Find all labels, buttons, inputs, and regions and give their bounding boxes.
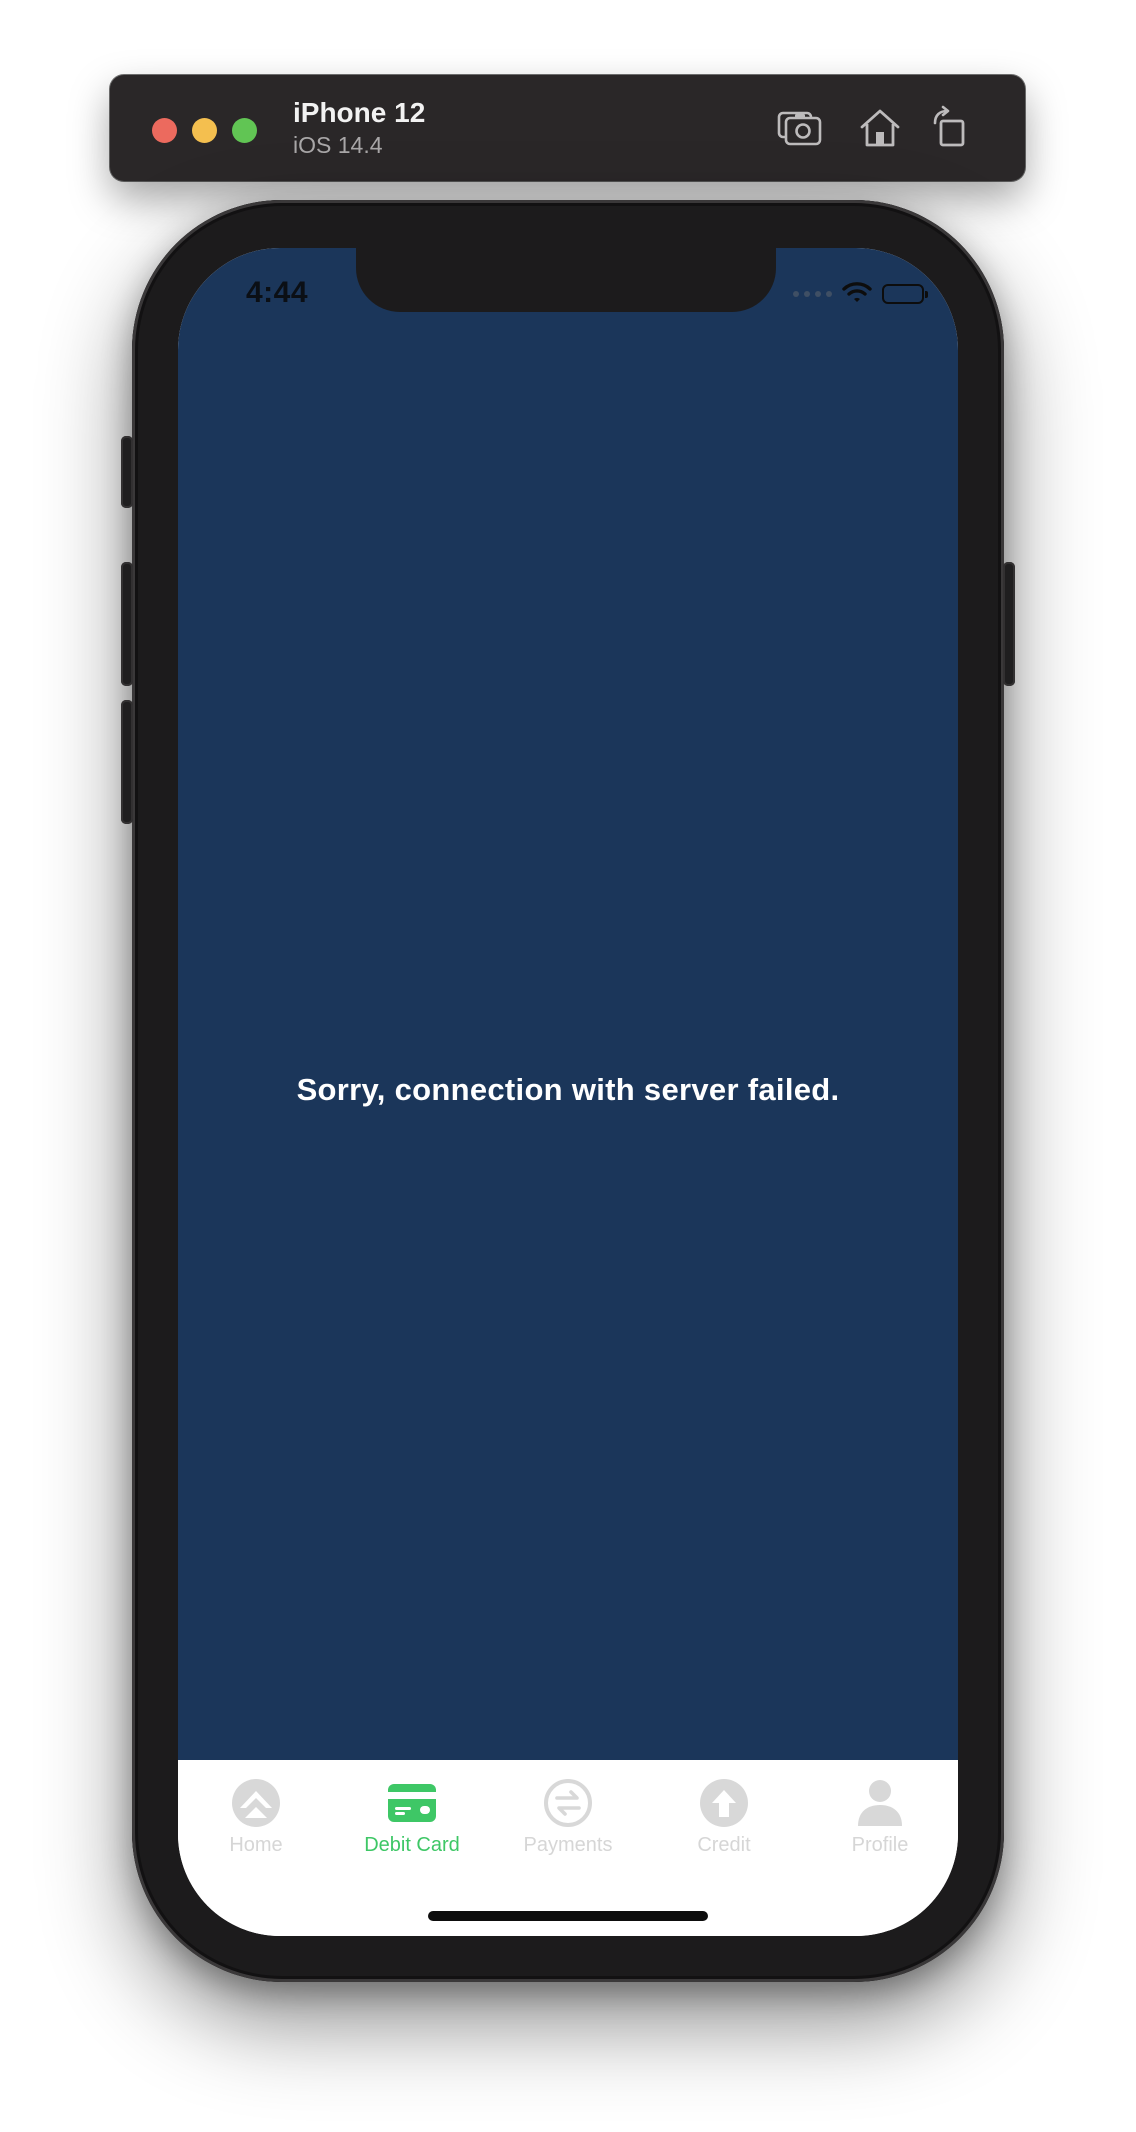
tab-profile-label: Profile <box>851 1834 909 1856</box>
rotate-button[interactable] <box>925 103 975 153</box>
status-indicators <box>793 280 928 309</box>
camera-icon <box>775 111 825 157</box>
cellular-signal-icon <box>793 291 832 297</box>
rotate-icon <box>925 105 975 157</box>
tab-payments[interactable]: Payments <box>490 1760 646 1936</box>
home-icon <box>855 109 905 157</box>
zoom-window-button[interactable] <box>232 118 257 143</box>
tab-home-label: Home <box>229 1834 283 1856</box>
screenshot-button[interactable] <box>775 103 825 153</box>
home-button[interactable] <box>855 103 905 153</box>
power-button[interactable] <box>1003 562 1015 686</box>
tab-credit[interactable]: Credit <box>646 1760 802 1936</box>
bottom-tab-bar: Home Debit Card Payments Credit Profile <box>178 1760 958 1936</box>
minimize-window-button[interactable] <box>192 118 217 143</box>
close-window-button[interactable] <box>152 118 177 143</box>
camera-notch <box>356 248 776 312</box>
mute-switch[interactable] <box>121 436 133 508</box>
volume-up-button[interactable] <box>121 562 133 686</box>
home-arrow-icon <box>231 1778 281 1828</box>
tab-payments-label: Payments <box>523 1834 613 1856</box>
payments-icon <box>543 1778 593 1828</box>
app-content-area <box>178 248 958 1760</box>
home-indicator[interactable] <box>428 1911 708 1921</box>
phone-screen: 4:44 Sorry, connection with server faile… <box>178 248 958 1936</box>
tab-debit-card[interactable]: Debit Card <box>334 1760 490 1936</box>
simulator-title-bar: iPhone 12 iOS 14.4 <box>110 75 1025 181</box>
credit-icon <box>699 1778 749 1828</box>
wifi-icon <box>842 280 872 309</box>
volume-down-button[interactable] <box>121 700 133 824</box>
simulator-stage: iPhone 12 iOS 14.4 4:44 Sorry, connectio… <box>0 0 1136 2132</box>
tab-credit-label: Credit <box>697 1834 751 1856</box>
connection-error-message: Sorry, connection with server failed. <box>296 1072 840 1107</box>
battery-icon <box>882 284 928 304</box>
debit-card-icon <box>387 1778 437 1828</box>
tab-profile[interactable]: Profile <box>802 1760 958 1936</box>
status-time: 4:44 <box>246 276 309 309</box>
os-version: iOS 14.4 <box>293 132 383 158</box>
device-name: iPhone 12 <box>293 97 426 128</box>
tab-debit-card-label: Debit Card <box>364 1834 460 1856</box>
tab-home[interactable]: Home <box>178 1760 334 1936</box>
profile-icon <box>855 1778 905 1828</box>
